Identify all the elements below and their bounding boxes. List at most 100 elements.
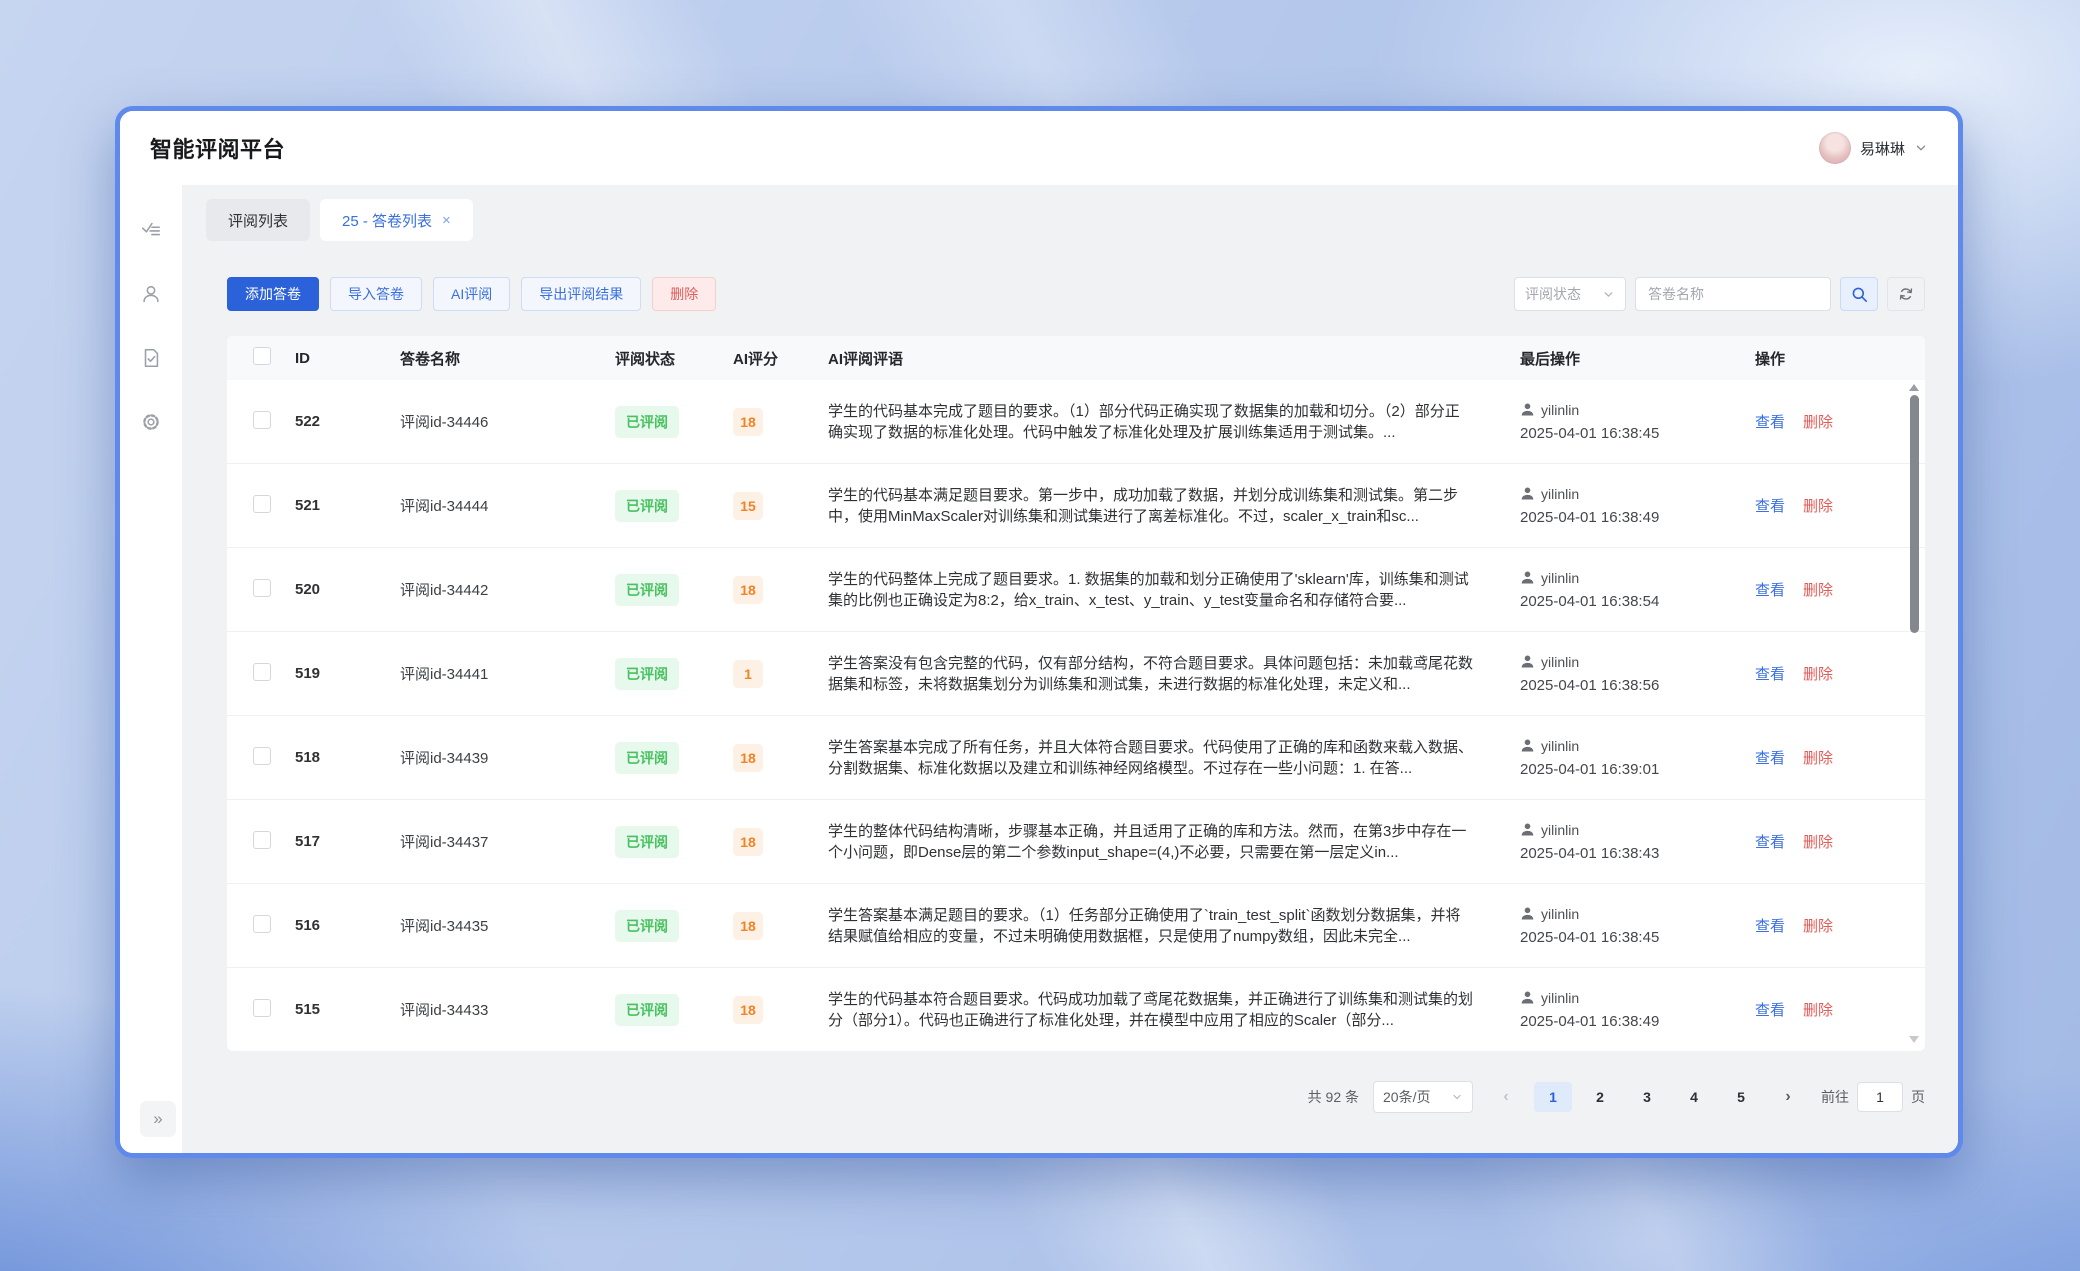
row-last-operation: yilinlin 2025-04-01 16:38:49 [1520, 990, 1755, 1030]
delete-link[interactable]: 删除 [1803, 999, 1833, 1020]
row-checkbox[interactable] [253, 411, 271, 429]
status-filter-select[interactable]: 评阅状态 [1514, 277, 1626, 311]
pagination: 共 92 条 20条/页 ‹ 12345 › 前往 页 [227, 1081, 1925, 1113]
import-answer-button[interactable]: 导入答卷 [330, 277, 422, 311]
delete-link[interactable]: 删除 [1803, 663, 1833, 684]
view-link[interactable]: 查看 [1755, 831, 1785, 852]
close-icon[interactable]: × [442, 213, 451, 228]
delete-link[interactable]: 删除 [1803, 495, 1833, 516]
score-badge: 1 [733, 660, 763, 688]
next-page-button[interactable]: › [1769, 1082, 1807, 1112]
table-row: 519 评阅id-34441 已评阅 1 学生答案没有包含完整的代码，仅有部分结… [227, 631, 1925, 715]
delete-link[interactable]: 删除 [1803, 915, 1833, 936]
search-button[interactable] [1840, 277, 1878, 311]
view-link[interactable]: 查看 [1755, 999, 1785, 1020]
sidebar-item-answer-sheets[interactable] [134, 341, 168, 375]
row-actions: 查看 删除 [1755, 663, 1905, 684]
row-actions: 查看 删除 [1755, 999, 1905, 1020]
page-button-1[interactable]: 1 [1534, 1082, 1572, 1112]
view-link[interactable]: 查看 [1755, 915, 1785, 936]
sidebar-item-users[interactable] [134, 277, 168, 311]
delete-link[interactable]: 删除 [1803, 579, 1833, 600]
table-row: 518 评阅id-34439 已评阅 18 学生答案基本完成了所有任务，并且大体… [227, 715, 1925, 799]
table-scrollbar[interactable] [1908, 384, 1920, 1043]
person-icon [1520, 990, 1535, 1005]
row-checkbox[interactable] [253, 747, 271, 765]
table-body: 522 评阅id-34446 已评阅 18 学生的代码基本完成了题目的要求。（1… [227, 380, 1925, 1051]
goto-page-input[interactable] [1857, 1082, 1903, 1112]
row-operator: yilinlin [1541, 822, 1579, 838]
row-checkbox[interactable] [253, 579, 271, 597]
app-window: 智能评阅平台 易琳琳 [115, 106, 1963, 1158]
add-answer-button[interactable]: 添加答卷 [227, 277, 319, 311]
sidebar-item-review-tasks[interactable] [134, 213, 168, 247]
export-results-button[interactable]: 导出评阅结果 [521, 277, 641, 311]
row-checkbox[interactable] [253, 495, 271, 513]
row-operator: yilinlin [1541, 738, 1579, 754]
scroll-down-icon[interactable] [1909, 1036, 1919, 1043]
header-last-operation: 最后操作 [1520, 348, 1755, 369]
page-button-3[interactable]: 3 [1628, 1082, 1666, 1112]
person-icon [1520, 402, 1535, 417]
answer-table: ID 答卷名称 评阅状态 AI评分 AI评阅评语 最后操作 操作 522 评阅i… [227, 336, 1925, 1051]
user-menu[interactable]: 易琳琳 [1819, 132, 1928, 164]
row-id: 519 [295, 665, 400, 682]
row-actions: 查看 删除 [1755, 747, 1905, 768]
avatar[interactable] [1819, 132, 1851, 164]
user-name: 易琳琳 [1860, 138, 1905, 159]
prev-page-button[interactable]: ‹ [1487, 1082, 1525, 1112]
goto-page: 前往 页 [1821, 1082, 1925, 1112]
row-operator: yilinlin [1541, 486, 1579, 502]
row-checkbox[interactable] [253, 915, 271, 933]
row-name: 评阅id-34446 [400, 411, 615, 432]
page-button-4[interactable]: 4 [1675, 1082, 1713, 1112]
row-checkbox[interactable] [253, 831, 271, 849]
row-last-operation: yilinlin 2025-04-01 16:39:01 [1520, 738, 1755, 778]
tab-review-list[interactable]: 评阅列表 [206, 199, 310, 241]
delete-link[interactable]: 删除 [1803, 747, 1833, 768]
answer-name-input[interactable] [1635, 277, 1831, 311]
delete-link[interactable]: 删除 [1803, 411, 1833, 432]
delete-link[interactable]: 删除 [1803, 831, 1833, 852]
tab-label: 25 - 答卷列表 [342, 210, 432, 231]
person-icon [1520, 486, 1535, 501]
header-actions: 操作 [1755, 348, 1905, 369]
view-link[interactable]: 查看 [1755, 495, 1785, 516]
row-time: 2025-04-01 16:38:49 [1520, 1013, 1755, 1030]
checklist-icon [140, 219, 162, 241]
tab-answer-list[interactable]: 25 - 答卷列表 × [320, 199, 473, 241]
row-last-operation: yilinlin 2025-04-01 16:38:45 [1520, 906, 1755, 946]
sidebar-expand-button[interactable]: » [140, 1101, 176, 1137]
row-comment: 学生答案基本满足题目的要求。（1）任务部分正确使用了`train_test_sp… [828, 905, 1520, 947]
header-score: AI评分 [733, 348, 828, 369]
view-link[interactable]: 查看 [1755, 579, 1785, 600]
scroll-up-icon[interactable] [1909, 384, 1919, 391]
row-checkbox[interactable] [253, 663, 271, 681]
row-comment: 学生的代码整体上完成了题目要求。1. 数据集的加载和划分正确使用了'sklear… [828, 569, 1520, 611]
delete-button[interactable]: 删除 [652, 277, 716, 311]
row-operator: yilinlin [1541, 906, 1579, 922]
score-badge: 18 [733, 912, 763, 940]
view-link[interactable]: 查看 [1755, 663, 1785, 684]
select-all-checkbox[interactable] [253, 347, 271, 365]
view-link[interactable]: 查看 [1755, 747, 1785, 768]
sidebar-item-settings[interactable] [134, 405, 168, 439]
person-icon [1520, 738, 1535, 753]
scrollbar-thumb[interactable] [1910, 395, 1919, 633]
row-operator: yilinlin [1541, 570, 1579, 586]
refresh-button[interactable] [1887, 277, 1925, 311]
status-badge: 已评阅 [615, 658, 679, 690]
row-comment: 学生的代码基本满足题目要求。第一步中，成功加载了数据，并划分成训练集和测试集。第… [828, 485, 1520, 527]
score-badge: 18 [733, 828, 763, 856]
page-size-select[interactable]: 20条/页 [1373, 1081, 1473, 1113]
view-link[interactable]: 查看 [1755, 411, 1785, 432]
row-time: 2025-04-01 16:38:54 [1520, 593, 1755, 610]
table-header: ID 答卷名称 评阅状态 AI评分 AI评阅评语 最后操作 操作 [227, 336, 1925, 380]
action-buttons: 添加答卷 导入答卷 AI评阅 导出评阅结果 删除 [227, 277, 716, 311]
tab-bar: 评阅列表 25 - 答卷列表 × [206, 199, 1925, 241]
row-checkbox[interactable] [253, 999, 271, 1017]
page-button-2[interactable]: 2 [1581, 1082, 1619, 1112]
row-operator: yilinlin [1541, 654, 1579, 670]
ai-review-button[interactable]: AI评阅 [433, 277, 510, 311]
page-button-5[interactable]: 5 [1722, 1082, 1760, 1112]
